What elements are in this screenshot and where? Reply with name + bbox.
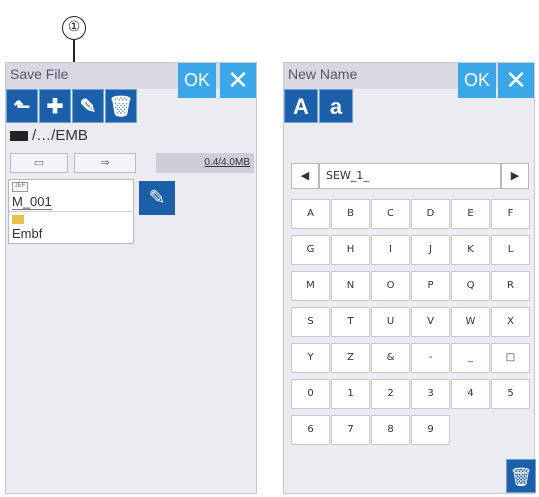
key-button[interactable]: P	[411, 271, 450, 301]
key-button[interactable]: 3	[411, 379, 450, 409]
key-button[interactable]: Y	[291, 343, 330, 373]
key-button[interactable]: M	[291, 271, 330, 301]
device-button-internal[interactable]: ▭	[10, 153, 68, 173]
key-button[interactable]: 8	[371, 415, 410, 445]
right-arrow-icon: ▶	[510, 170, 520, 182]
key-button[interactable]: W	[451, 307, 490, 337]
list-item[interactable]: JEF M_001	[9, 180, 133, 212]
key-button[interactable]: O	[371, 271, 410, 301]
key-button[interactable]: -	[411, 343, 450, 373]
key-button[interactable]: 0	[291, 379, 330, 409]
key-button[interactable]: L	[491, 235, 530, 265]
key-button[interactable]: _	[451, 343, 490, 373]
trash-icon: 🗑	[509, 467, 533, 487]
key-button[interactable]: F	[491, 199, 530, 229]
key-button[interactable]: 7	[331, 415, 370, 445]
file-name: M_001	[12, 194, 52, 210]
key-button[interactable]: C	[371, 199, 410, 229]
key-button[interactable]: 2	[371, 379, 410, 409]
close-button[interactable]: ✕	[220, 63, 256, 98]
ok-button[interactable]: OK	[178, 63, 216, 98]
key-button[interactable]: R	[491, 271, 530, 301]
save-file-panel: Save File OK ✕ ⬑ ✚ ✎ 🗑 /…/EMB ▭ ⇒ 0.4/4.…	[5, 62, 257, 494]
path-text: /…/EMB	[32, 127, 88, 144]
key-button[interactable]: &	[371, 343, 410, 373]
cursor-right-button[interactable]: ▶	[501, 163, 529, 189]
device-button-usb[interactable]: ⇒	[74, 153, 136, 173]
lowercase-button[interactable]: a	[319, 89, 353, 123]
rename-button[interactable]: ✎	[72, 89, 104, 123]
panel-title: New Name	[288, 66, 358, 82]
pencil-plus-icon: ✎	[148, 187, 166, 209]
key-button[interactable]: U	[371, 307, 410, 337]
key-button[interactable]: V	[411, 307, 450, 337]
memory-indicator: 0.4/4.0MB	[156, 153, 254, 173]
design-file-icon: JEF	[12, 182, 28, 192]
up-arrow-icon: ⬑	[13, 96, 31, 118]
key-button[interactable]: Q	[451, 271, 490, 301]
key-button[interactable]: N	[331, 271, 370, 301]
new-name-panel: New Name OK ✕ A a ◀ SEW_1_ ▶ ABCDEFGHIJK…	[283, 62, 536, 494]
key-button[interactable]: 9	[411, 415, 450, 445]
uppercase-button[interactable]: A	[284, 89, 318, 123]
key-button[interactable]: 1	[331, 379, 370, 409]
key-button[interactable]: J	[411, 235, 450, 265]
ok-button[interactable]: OK	[458, 63, 496, 98]
folder-icon	[12, 215, 24, 224]
new-folder-icon: ✚	[46, 96, 64, 118]
new-folder-button[interactable]: ✚	[39, 89, 71, 123]
key-button[interactable]: 5	[491, 379, 530, 409]
key-button[interactable]: S	[291, 307, 330, 337]
key-button[interactable]: T	[331, 307, 370, 337]
pencil-icon: ✎	[79, 96, 97, 118]
close-button[interactable]: ✕	[498, 63, 534, 98]
key-button[interactable]: 4	[451, 379, 490, 409]
panel-title: Save File	[10, 66, 69, 82]
left-arrow-icon: ◀	[300, 170, 310, 182]
key-button[interactable]: □	[491, 343, 530, 373]
edit-name-button[interactable]: ✎	[139, 181, 175, 215]
file-name: Embf	[12, 226, 43, 241]
delete-button[interactable]: 🗑	[105, 89, 137, 123]
trash-icon: 🗑	[108, 96, 134, 118]
delete-character-button[interactable]: 🗑	[506, 459, 536, 493]
key-button[interactable]: X	[491, 307, 530, 337]
callout-number: ①	[62, 16, 86, 40]
key-button[interactable]: E	[451, 199, 490, 229]
key-button[interactable]: 6	[291, 415, 330, 445]
usb-folder-icon	[10, 131, 28, 142]
file-list: JEF M_001 Embf	[8, 179, 134, 244]
list-item[interactable]: Embf	[9, 212, 133, 243]
up-folder-button[interactable]: ⬑	[6, 89, 38, 123]
key-button[interactable]: Z	[331, 343, 370, 373]
key-button[interactable]: A	[291, 199, 330, 229]
key-button[interactable]: K	[451, 235, 490, 265]
key-button[interactable]: D	[411, 199, 450, 229]
key-button[interactable]: B	[331, 199, 370, 229]
path-breadcrumb: /…/EMB	[10, 127, 88, 144]
key-button[interactable]: H	[331, 235, 370, 265]
key-button[interactable]: I	[371, 235, 410, 265]
name-input[interactable]: SEW_1_	[319, 163, 501, 189]
key-button[interactable]: G	[291, 235, 330, 265]
name-entry-row: ◀ SEW_1_ ▶	[291, 163, 529, 189]
cursor-left-button[interactable]: ◀	[291, 163, 319, 189]
